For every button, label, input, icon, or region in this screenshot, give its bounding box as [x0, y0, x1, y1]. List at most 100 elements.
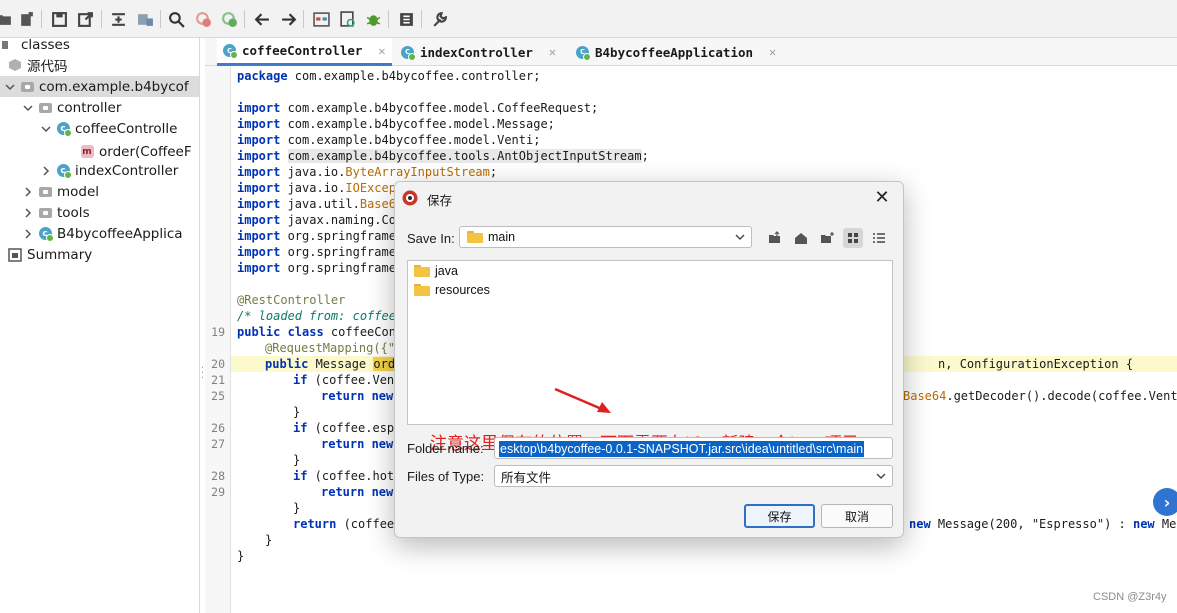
expand-panel-button[interactable]: › — [1153, 488, 1177, 516]
tree-node-label: controller — [57, 99, 122, 116]
new-folder-icon[interactable] — [817, 228, 837, 248]
tree-node-label: com.example.b4bycof — [39, 78, 189, 95]
code-line: } — [293, 405, 301, 419]
line-number: 20 — [211, 357, 225, 371]
tree-node-summary[interactable]: Summary — [8, 244, 199, 265]
dialog-title: 保存 — [427, 193, 453, 208]
tab-application[interactable]: c B4bycoffeeApplication ✕ — [576, 38, 776, 66]
tree-node-classes[interactable]: classes — [2, 38, 199, 55]
chevron-down-icon — [735, 234, 745, 240]
up-folder-icon[interactable] — [765, 228, 785, 248]
close-icon[interactable]: ✕ — [873, 187, 891, 208]
tree-node-label: indexController — [75, 162, 179, 179]
code-line: import java.util.Base64 — [237, 197, 404, 211]
chevron-right-icon[interactable] — [22, 207, 34, 219]
tab-index-controller[interactable]: c indexController ✕ — [401, 38, 556, 66]
code-line: } — [293, 501, 301, 515]
tree-node-tools[interactable]: tools — [22, 202, 199, 223]
line-number: 28 — [211, 469, 225, 483]
folder-name-value: esktop\b4bycoffee-0.0.1-SNAPSHOT.jar.src… — [499, 441, 865, 457]
close-icon[interactable]: ✕ — [769, 45, 776, 59]
export-icon[interactable] — [75, 9, 95, 29]
code-line: /* loaded from: coffee — [237, 309, 396, 323]
chevron-down-icon[interactable] — [40, 123, 52, 135]
collapse-icon[interactable] — [108, 9, 128, 29]
package-icon — [20, 80, 34, 94]
files-of-type-label: Files of Type: — [407, 469, 485, 484]
tab-coffee-controller[interactable]: c coffeeController ✕ — [217, 38, 392, 66]
search-next-icon[interactable] — [219, 9, 239, 29]
file-name: resources — [435, 283, 490, 297]
chevron-down-icon[interactable] — [4, 81, 16, 93]
find-in-file-icon[interactable] — [337, 9, 357, 29]
tree-node-source[interactable]: 源代码 — [8, 54, 199, 75]
save-dialog: 保存 ✕ Save In: main java resources 注意这里保存… — [394, 181, 904, 538]
tree-node-label: classes — [21, 38, 70, 53]
code-line: @RequestMapping({"/ — [265, 341, 403, 355]
tree-node-order-method[interactable]: m order(CoffeeF — [80, 141, 199, 162]
code-line: return new — [321, 437, 394, 451]
search-previous-icon[interactable] — [193, 9, 213, 29]
cancel-button[interactable]: 取消 — [821, 504, 893, 528]
list-item[interactable]: resources — [414, 281, 490, 299]
close-icon[interactable]: ✕ — [549, 45, 556, 59]
folder-icon — [414, 265, 430, 277]
tree-node-package[interactable]: com.example.b4bycof — [0, 76, 199, 97]
method-icon: m — [80, 145, 94, 158]
chevron-right-icon: › — [1163, 492, 1171, 512]
chevron-right-icon[interactable] — [22, 186, 34, 198]
code-line: if (coffee.hotW — [293, 469, 402, 483]
folder-name-input[interactable]: esktop\b4bycoffee-0.0.1-SNAPSHOT.jar.src… — [494, 437, 893, 459]
dialog-title-bar[interactable]: 保存 ✕ — [395, 182, 903, 214]
tree-node-model[interactable]: model — [22, 181, 199, 202]
app-logo-icon — [402, 190, 418, 206]
code-line: import org.springframew — [237, 261, 404, 275]
save-in-combo[interactable]: main — [459, 226, 752, 248]
close-icon[interactable]: ✕ — [378, 44, 385, 58]
sync-tree-icon[interactable] — [135, 9, 155, 29]
line-number: 29 — [211, 485, 225, 499]
tree-node-label: model — [57, 183, 100, 200]
files-of-type-combo[interactable]: 所有文件 — [494, 465, 893, 487]
file-name: java — [435, 264, 458, 278]
files-of-type-value: 所有文件 — [501, 470, 552, 485]
back-arrow-icon[interactable] — [252, 9, 272, 29]
open-archive-icon[interactable] — [16, 9, 36, 29]
structure-icon[interactable] — [311, 9, 331, 29]
class-icon: c — [576, 45, 591, 61]
class-icon: c — [38, 227, 54, 242]
tree-node-label: order(CoffeeF — [99, 143, 192, 160]
code-line: if (coffee.espr — [293, 421, 402, 435]
save-icon[interactable] — [49, 9, 69, 29]
details-view-icon[interactable] — [869, 228, 889, 248]
class-icon: c — [223, 44, 238, 59]
code-line: import org.springframew — [237, 245, 404, 259]
code-line: n, ConfigurationException { — [938, 357, 1134, 371]
chevron-right-icon[interactable] — [40, 165, 52, 177]
chevron-down-icon[interactable] — [22, 102, 34, 114]
list-item[interactable]: java — [414, 262, 458, 280]
chevron-down-icon — [876, 473, 886, 479]
search-icon[interactable] — [166, 9, 186, 29]
log-icon[interactable] — [396, 9, 416, 29]
save-button[interactable]: 保存 — [744, 504, 815, 528]
open-file-icon[interactable] — [0, 9, 14, 29]
code-line: import com.example.b4bycoffee.model.Mess… — [237, 117, 555, 131]
tree-node-controller[interactable]: controller — [22, 97, 199, 118]
code-line: Base64.getDecoder().decode(coffee.Venti — [903, 389, 1177, 403]
code-line: public class coffeeCont — [237, 325, 404, 339]
editor-tabs: c coffeeController ✕ c indexController ✕… — [205, 38, 1177, 66]
tree-node-index-controller[interactable]: c indexController — [40, 160, 199, 181]
chevron-right-icon[interactable] — [22, 228, 34, 240]
wrench-icon[interactable] — [429, 9, 449, 29]
forward-arrow-icon[interactable] — [278, 9, 298, 29]
package-icon — [38, 185, 52, 199]
tree-node-application[interactable]: c B4bycoffeeApplica — [22, 223, 199, 244]
code-line: import org.springframew — [237, 229, 404, 243]
home-icon[interactable] — [791, 228, 811, 248]
code-line: import com.example.b4bycoffee.model.Coff… — [237, 101, 599, 115]
class-tree-panel: classes 源代码 com.example.b4bycof controll… — [0, 38, 200, 613]
list-view-icon[interactable] — [843, 228, 863, 248]
tree-node-coffee-controller[interactable]: c coffeeControlle — [40, 118, 199, 139]
debug-bug-icon[interactable] — [363, 9, 383, 29]
